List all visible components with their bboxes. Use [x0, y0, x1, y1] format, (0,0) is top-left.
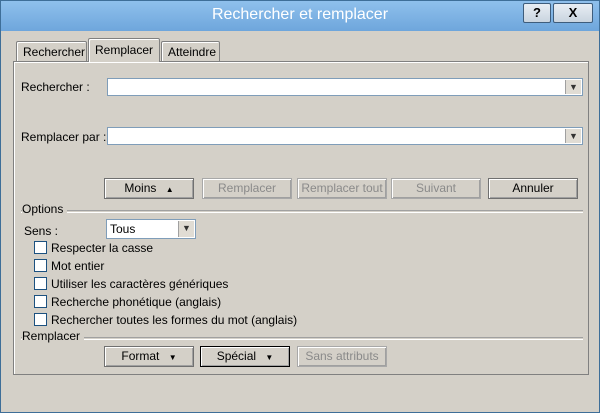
triangle-down-icon: ▼: [168, 353, 177, 362]
chevron-down-icon[interactable]: ▼: [178, 221, 194, 237]
replace-button[interactable]: Remplacer: [202, 178, 292, 199]
checkbox-label: Utiliser les caractères génériques: [51, 276, 229, 291]
dialog-title: Rechercher et remplacer: [211, 6, 389, 23]
less-button[interactable]: Moins ▲: [104, 178, 194, 199]
direction-value: Tous: [110, 222, 136, 236]
dialog-window: Rechercher et remplacer ? X Rechercher R…: [0, 0, 600, 413]
tab-remplacer[interactable]: Remplacer: [88, 38, 160, 62]
close-button[interactable]: X: [553, 3, 593, 23]
checkbox-phonetique[interactable]: Recherche phonétique (anglais): [34, 294, 221, 310]
checkbox-box[interactable]: [34, 313, 47, 327]
options-section-label: Options: [22, 202, 68, 216]
replace-separator: [21, 337, 583, 340]
tab-rechercher[interactable]: Rechercher: [16, 41, 87, 61]
title-bar[interactable]: Rechercher et remplacer ? X: [1, 1, 599, 31]
checkbox-label: Respecter la casse: [51, 240, 154, 255]
dialog-client: Rechercher Remplacer Atteindre Recherche…: [7, 31, 593, 405]
help-button[interactable]: ?: [523, 3, 551, 23]
less-button-label: Moins: [124, 181, 157, 195]
checkbox-box[interactable]: [34, 259, 47, 273]
checkbox-label: Rechercher toutes les formes du mot (ang…: [51, 312, 298, 327]
triangle-up-icon: ▲: [165, 185, 174, 194]
checkbox-caracteres-generiques[interactable]: Utiliser les caractères génériques: [34, 276, 228, 292]
checkbox-toutes-formes[interactable]: Rechercher toutes les formes du mot (ang…: [34, 312, 297, 328]
find-label: Rechercher :: [21, 80, 90, 94]
tab-panel: Rechercher : ▼ Remplacer par : ▼ Moins ▲…: [13, 61, 589, 375]
replace-combo[interactable]: ▼: [107, 127, 583, 145]
checkbox-box[interactable]: [34, 295, 47, 309]
checkbox-box[interactable]: [34, 241, 47, 255]
checkbox-respecter-casse[interactable]: Respecter la casse: [34, 240, 153, 256]
chevron-down-icon[interactable]: ▼: [565, 80, 581, 94]
tab-atteindre[interactable]: Atteindre: [161, 41, 220, 61]
special-button[interactable]: Spécial ▼: [200, 346, 290, 367]
checkbox-box[interactable]: [34, 277, 47, 291]
replace-label: Remplacer par :: [21, 130, 107, 144]
no-attributes-button[interactable]: Sans attributs: [297, 346, 387, 367]
next-button[interactable]: Suivant: [391, 178, 481, 199]
options-separator: [21, 210, 583, 213]
direction-label: Sens :: [24, 224, 59, 238]
format-button-label: Format: [121, 349, 160, 363]
cancel-button[interactable]: Annuler: [488, 178, 578, 199]
checkbox-mot-entier[interactable]: Mot entier: [34, 258, 104, 274]
direction-select[interactable]: Tous ▼: [106, 219, 196, 239]
checkbox-label: Mot entier: [51, 258, 105, 273]
special-button-label: Spécial: [216, 349, 257, 363]
checkbox-label: Recherche phonétique (anglais): [51, 294, 222, 309]
format-button[interactable]: Format ▼: [104, 346, 194, 367]
replace-all-button[interactable]: Remplacer tout: [297, 178, 387, 199]
replace-section-label: Remplacer: [22, 329, 85, 343]
triangle-down-icon: ▼: [265, 353, 274, 362]
find-combo[interactable]: ▼: [107, 78, 583, 96]
dialog-footer: [13, 373, 589, 397]
chevron-down-icon[interactable]: ▼: [565, 129, 581, 143]
